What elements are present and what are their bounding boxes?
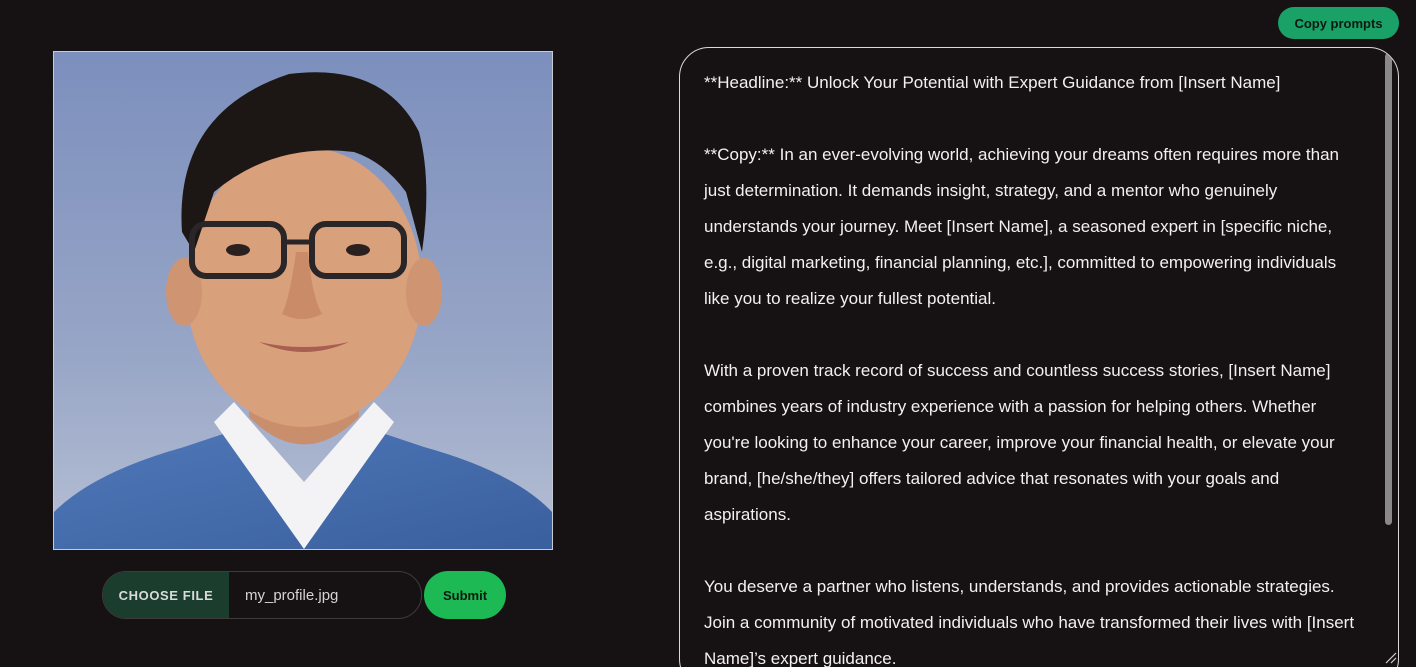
profile-photo [53,51,553,550]
copy-prompts-button[interactable]: Copy prompts [1278,7,1399,39]
scrollbar[interactable] [1382,51,1395,663]
upload-row: CHOOSE FILE my_profile.jpg Submit [102,571,506,619]
selected-file-name: my_profile.jpg [245,586,339,604]
resize-handle-icon[interactable] [1383,650,1397,664]
output-paragraph: With a proven track record of success an… [704,361,1335,524]
output-paragraph: **Headline:** Unlock Your Potential with… [704,73,1281,92]
output-text: **Headline:** Unlock Your Potential with… [704,65,1360,667]
person-image [54,52,552,549]
submit-button[interactable]: Submit [424,571,506,619]
choose-file-button[interactable]: CHOOSE FILE [103,572,229,618]
file-input[interactable]: CHOOSE FILE my_profile.jpg [102,571,422,619]
output-paragraph: **Copy:** In an ever-evolving world, ach… [704,145,1339,308]
app-page: CHOOSE FILE my_profile.jpg Submit Copy p… [0,0,1416,667]
output-paragraph: You deserve a partner who listens, under… [704,577,1355,667]
output-textarea[interactable]: **Headline:** Unlock Your Potential with… [679,47,1399,667]
scrollbar-thumb[interactable] [1385,53,1392,525]
